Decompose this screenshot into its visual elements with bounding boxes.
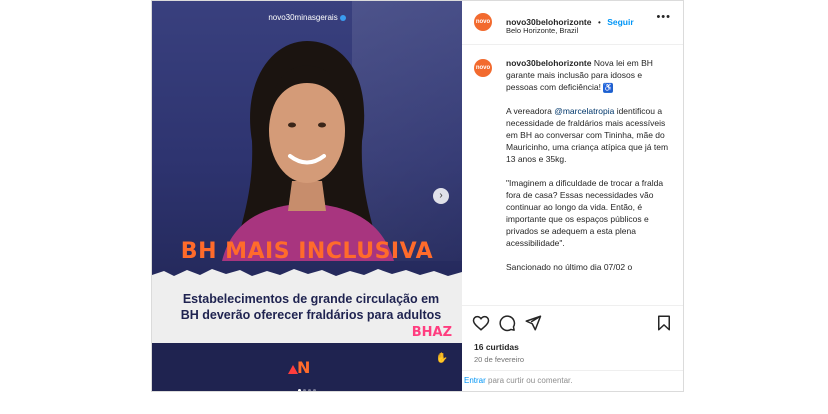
caption-paragraph-2: A vereadora @marcelatropia identificou a… [506, 106, 669, 164]
next-image-arrow-icon[interactable]: › [433, 188, 449, 204]
bookmark-icon[interactable] [655, 314, 673, 332]
caption-avatar[interactable]: novo [474, 59, 492, 77]
post-header: novo novo30belohorizonte • Seguir Belo H… [462, 1, 683, 45]
image-headline: BH MAIS INCLUSIVA [180, 239, 434, 264]
bhaz-logo: BHAZ [411, 325, 452, 340]
caption-text: novo30belohorizonte Nova lei em BH garan… [506, 57, 676, 305]
image-subtext: Estabelecimentos de grande circulação em… [180, 292, 442, 322]
more-options-icon[interactable]: ••• [656, 11, 671, 23]
caption-username[interactable]: novo30belohorizonte [506, 58, 591, 68]
image-handle: novo30minasgerais [152, 13, 462, 22]
share-icon[interactable] [524, 314, 542, 332]
hand-icon: ✋ [435, 353, 448, 364]
separator-dot: • [597, 18, 601, 27]
post-date: 20 de fevereiro [474, 355, 525, 364]
wheelchair-icon: ♿ [603, 83, 614, 93]
comment-icon[interactable] [498, 314, 516, 332]
comment-bar: Entrar para curtir ou comentar. [462, 370, 683, 393]
heart-icon[interactable] [472, 314, 490, 332]
carousel-dots [152, 379, 462, 391]
post-image[interactable]: novo30minasgerais › BH MAIS INCLUSIVA Es… [152, 1, 462, 391]
likes-count[interactable]: 16 curtidas [474, 342, 519, 352]
caption-paragraph-1: novo30belohorizonte Nova lei em BH garan… [506, 58, 653, 93]
carousel-dot [303, 389, 306, 391]
brand-n-logo: N [297, 358, 311, 377]
post-sidebar: novo novo30belohorizonte • Seguir Belo H… [462, 1, 683, 391]
mention-link[interactable]: @marcelatropia [554, 106, 614, 116]
woman-portrait [222, 41, 394, 261]
avatar[interactable]: novo [474, 13, 492, 31]
post-actions: 16 curtidas 20 de fevereiro Entrar para … [462, 305, 683, 392]
caption-paragraph-4: Sancionado no último dia 07/02 o [506, 262, 633, 272]
carousel-dot [298, 389, 301, 391]
verified-icon [339, 14, 346, 21]
location-link[interactable]: Belo Horizonte, Brazil [506, 26, 578, 35]
follow-button[interactable]: Seguir [607, 17, 633, 27]
login-link[interactable]: Entrar [464, 376, 486, 385]
carousel-dot [308, 389, 311, 391]
caption-paragraph-3: "Imaginem a dificuldade de trocar a fral… [506, 178, 664, 248]
instagram-post: novo30minasgerais › BH MAIS INCLUSIVA Es… [151, 0, 684, 392]
login-to-comment: Entrar para curtir ou comentar. [464, 376, 573, 385]
carousel-dot [313, 389, 316, 391]
